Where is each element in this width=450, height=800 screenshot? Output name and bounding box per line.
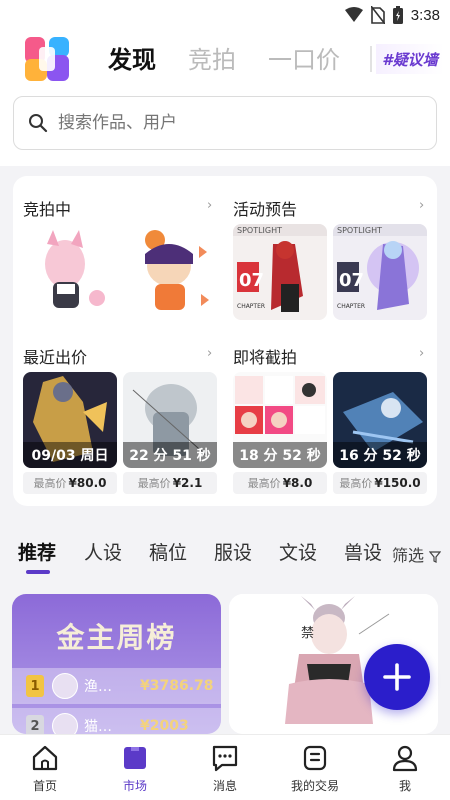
bidding-artwork-1[interactable] xyxy=(23,224,117,320)
nav-profile-label: 我 xyxy=(398,779,411,793)
ranking-row[interactable]: 2 猫… ¥2003 xyxy=(12,708,221,734)
price-label: 最高价 xyxy=(137,477,171,490)
price-label: 最高价 xyxy=(33,477,67,490)
tab-auction[interactable]: 竞拍 xyxy=(188,40,236,75)
price-label: 最高价 xyxy=(339,477,373,490)
recent-bid-item-1[interactable]: 09/03 周日 xyxy=(23,372,117,468)
avatar xyxy=(52,713,78,734)
ending-soon-countdown-1: 18 分 52 秒 xyxy=(233,442,327,468)
tab-text-design[interactable]: 文设 xyxy=(279,538,317,565)
svg-text:SPOTLIGHT: SPOTLIGHT xyxy=(337,226,382,235)
nav-profile[interactable]: 我 xyxy=(360,735,450,800)
status-icons: 3:38 xyxy=(344,6,440,24)
nav-messages[interactable]: 消息 xyxy=(180,735,270,800)
preview-arrow-icon[interactable]: › xyxy=(419,198,424,213)
tab-character-design[interactable]: 人设 xyxy=(84,538,122,565)
recent-bid-price-1: 最高价 ¥80.0 xyxy=(23,472,117,494)
rank-number: 2 xyxy=(26,715,44,734)
preview-title[interactable]: 活动预告 xyxy=(233,196,297,220)
ending-soon-title[interactable]: 即将截拍 xyxy=(233,344,297,368)
category-tabs: 推荐 人设 稿位 服设 文设 兽设 筛选 xyxy=(0,528,450,576)
tab-commission-slot[interactable]: 稿位 xyxy=(149,538,187,565)
doubt-wall-button[interactable]: #疑议墙 xyxy=(376,44,444,74)
preview-poster-1[interactable]: SPOTLIGHT 07 CHAPTER xyxy=(233,224,327,320)
status-bar: 3:38 xyxy=(0,0,450,32)
ranking-row[interactable]: 1 渔… ¥3786.78 xyxy=(12,668,221,704)
price-label: 最高价 xyxy=(247,477,281,490)
ranking-name: 渔… xyxy=(84,679,112,695)
rank-number: 1 xyxy=(26,675,44,697)
bidding-title[interactable]: 竞拍中 xyxy=(23,196,71,220)
bottom-nav: 首页 市场 消息 我的交易 我 xyxy=(0,734,450,800)
tab-fixed-price[interactable]: 一口价 xyxy=(268,40,340,75)
bidding-arrow-icon[interactable]: › xyxy=(207,198,212,213)
nav-messages-label: 消息 xyxy=(212,779,237,793)
search-bar[interactable] xyxy=(13,96,437,150)
recent-bid-price-2: 最高价 ¥2.1 xyxy=(123,472,217,494)
price-value: ¥8.0 xyxy=(282,476,313,490)
svg-text:CHAPTER: CHAPTER xyxy=(237,303,265,310)
svg-text:CHAPTER: CHAPTER xyxy=(337,303,365,310)
preview-poster-2[interactable]: SPOTLIGHT 07 CHAPTER xyxy=(333,224,427,320)
svg-text:07: 07 xyxy=(239,270,264,291)
search-icon xyxy=(29,114,48,133)
top-nav: 发现 竞拍 一口价 #疑议墙 xyxy=(0,32,450,88)
tab-outfit-design[interactable]: 服设 xyxy=(214,538,252,565)
tab-recommend[interactable]: 推荐 xyxy=(18,538,56,565)
wifi-icon xyxy=(344,7,363,22)
svg-text:SPOTLIGHT: SPOTLIGHT xyxy=(237,226,282,235)
nav-divider xyxy=(370,46,372,72)
nav-market[interactable]: 市场 xyxy=(90,735,180,800)
ending-soon-arrow-icon[interactable]: › xyxy=(419,346,424,361)
ending-soon-item-1[interactable]: 18 分 52 秒 xyxy=(233,372,327,468)
add-button[interactable] xyxy=(364,644,430,710)
battery-icon xyxy=(392,6,403,24)
no-sim-icon xyxy=(370,6,385,24)
filter-label: 筛选 xyxy=(392,546,425,565)
ranking-title: 金主周榜 xyxy=(56,621,177,654)
profile-icon xyxy=(392,745,418,772)
ending-soon-price-2: 最高价 ¥150.0 xyxy=(333,472,427,494)
ranking-amount: ¥3786.78 xyxy=(140,678,214,694)
recent-bids-arrow-icon[interactable]: › xyxy=(207,346,212,361)
recent-bid-time: 09/03 周日 xyxy=(23,442,117,468)
trade-icon xyxy=(303,745,327,771)
nav-market-label: 市场 xyxy=(122,779,147,793)
ending-soon-price-1: 最高价 ¥8.0 xyxy=(233,472,327,494)
ranking-name: 猫… xyxy=(84,719,112,734)
sponsor-weekly-ranking-card[interactable]: 金主周榜 1 渔… ¥3786.78 2 猫… ¥2003 xyxy=(12,594,221,734)
recent-bid-countdown: 22 分 51 秒 xyxy=(123,442,217,468)
tab-beast-design[interactable]: 兽设 xyxy=(344,538,382,565)
status-time: 3:38 xyxy=(410,6,440,24)
price-value: ¥2.1 xyxy=(172,476,203,490)
ending-soon-item-2[interactable]: 16 分 52 秒 xyxy=(333,372,427,468)
svg-text:07: 07 xyxy=(339,270,364,291)
ending-soon-countdown-2: 16 分 52 秒 xyxy=(333,442,427,468)
recent-bid-item-2[interactable]: 22 分 51 秒 xyxy=(123,372,217,468)
market-icon xyxy=(124,747,146,769)
app-logo xyxy=(25,37,69,81)
message-icon xyxy=(212,745,238,772)
artwork-tag: 禁 xyxy=(301,626,315,641)
search-section xyxy=(0,88,450,166)
ranking-amount: ¥2003 xyxy=(140,718,189,734)
tab-discover[interactable]: 发现 xyxy=(108,40,156,75)
filter-button[interactable]: 筛选 xyxy=(392,542,442,566)
nav-my-trades[interactable]: 我的交易 xyxy=(270,735,360,800)
market-card: 竞拍中 › 活动预告 › SPOTLIGHT 07 CHAPTER SPOTLI… xyxy=(13,176,437,506)
nav-home-label: 首页 xyxy=(32,779,57,793)
active-tab-indicator xyxy=(26,570,50,574)
nav-home[interactable]: 首页 xyxy=(0,735,90,800)
price-value: ¥150.0 xyxy=(374,476,421,490)
search-input[interactable] xyxy=(58,113,398,133)
avatar xyxy=(52,673,78,699)
home-icon xyxy=(32,745,58,771)
nav-my-trades-label: 我的交易 xyxy=(290,779,339,793)
price-value: ¥80.0 xyxy=(68,476,107,490)
recent-bids-title[interactable]: 最近出价 xyxy=(23,344,87,368)
plus-icon xyxy=(383,663,411,691)
bidding-artwork-2[interactable] xyxy=(125,224,219,320)
filter-icon xyxy=(428,550,442,563)
